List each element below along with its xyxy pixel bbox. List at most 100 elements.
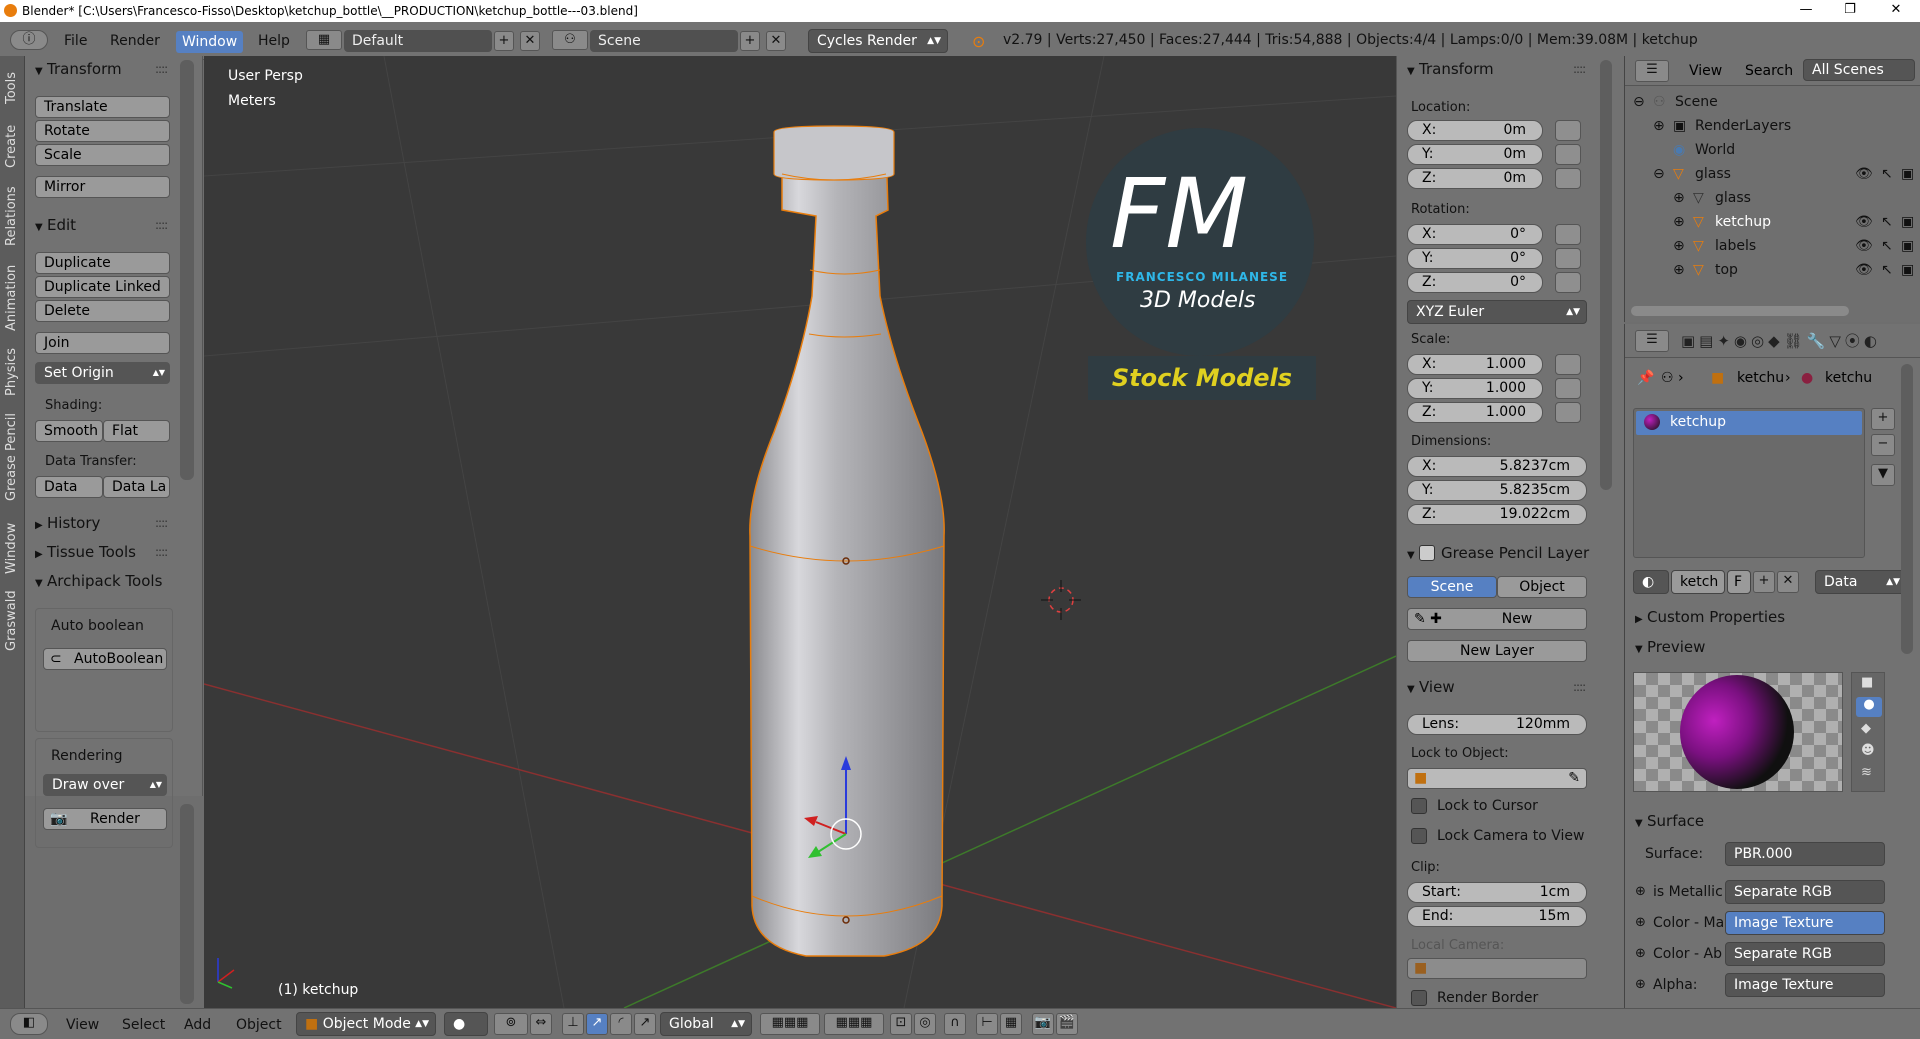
selectable-cursor-icon[interactable]: ↖	[1881, 262, 1893, 278]
lock-scale-x-icon[interactable]	[1555, 354, 1581, 375]
property-editor-icon[interactable]: ☰	[1635, 330, 1669, 352]
lock-scale-y-icon[interactable]	[1555, 378, 1581, 399]
expand-input-icon[interactable]: ⊕	[1635, 977, 1646, 992]
link-data-dropdown[interactable]: Data ▲▼	[1815, 570, 1907, 594]
remove-layout-icon[interactable]: ✕	[520, 31, 540, 51]
scene-icon[interactable]: ⚇	[552, 30, 588, 50]
viewport-shading-dropdown[interactable]: ●	[444, 1012, 488, 1036]
location-z-field[interactable]: Z: 0m	[1407, 168, 1543, 189]
remove-slot-icon[interactable]: −	[1871, 434, 1895, 456]
surface-shader-dropdown[interactable]: PBR.000	[1725, 842, 1885, 866]
lock-scale-z-icon[interactable]	[1555, 402, 1581, 423]
expand-input-icon[interactable]: ⊕	[1635, 946, 1646, 961]
preview-cube-icon[interactable]: ◆	[1861, 721, 1871, 736]
rotate-manipulator-icon[interactable]: ↗	[586, 1013, 608, 1035]
selectable-cursor-icon[interactable]: ↖	[1881, 238, 1893, 254]
layer-lock-icon[interactable]: ⊡	[890, 1013, 912, 1035]
collapse-icon[interactable]: ⊖	[1653, 166, 1665, 182]
mirror-button[interactable]: Mirror	[35, 176, 170, 198]
view-panel-header[interactable]: ▼ View	[1407, 678, 1455, 696]
render-camera-icon[interactable]: ▣	[1901, 262, 1914, 278]
dimension-z-field[interactable]: Z: 19.022cm	[1407, 504, 1587, 525]
drag-handle-icon[interactable]: ::::	[155, 218, 168, 232]
tree-item-labels[interactable]: labels	[1715, 238, 1756, 254]
smooth-button[interactable]: Smooth	[35, 420, 103, 442]
menu-object[interactable]: Object	[236, 1017, 282, 1033]
lock-rotation-z-icon[interactable]	[1555, 272, 1581, 293]
visibility-eye-icon[interactable]: 👁	[1855, 238, 1873, 254]
scene-toggle-button[interactable]: Scene	[1407, 576, 1497, 598]
scene-layers-grid-a[interactable]: ▦▦▦	[760, 1013, 820, 1035]
combined-manipulator-icon[interactable]: ↗	[634, 1013, 656, 1035]
clip-start-field[interactable]: Start: 1cm	[1407, 882, 1587, 903]
ketchup-bottle-mesh[interactable]	[749, 125, 945, 957]
dimension-x-field[interactable]: X: 5.8237cm	[1407, 456, 1587, 477]
snap-element-icon[interactable]: ⊢	[976, 1013, 998, 1035]
history-panel-header[interactable]: ▶ History	[35, 514, 100, 532]
tab-physics[interactable]: Physics	[4, 348, 19, 396]
menu-help[interactable]: Help	[258, 33, 290, 49]
manipulator-toggle-icon[interactable]: ⇔	[530, 1013, 552, 1035]
lock-location-z-icon[interactable]	[1555, 168, 1581, 189]
selectable-cursor-icon[interactable]: ↖	[1881, 214, 1893, 230]
grease-pencil-header[interactable]: ▼ Grease Pencil Layer	[1407, 542, 1589, 562]
lock-location-y-icon[interactable]	[1555, 144, 1581, 165]
local-camera-field[interactable]: ■	[1407, 958, 1587, 979]
tab-grease-pencil[interactable]: Grease Pencil	[4, 413, 19, 501]
screen-layout-icon[interactable]: ▦	[306, 30, 342, 50]
rotation-x-field[interactable]: X: 0°	[1407, 224, 1543, 245]
tab-animation[interactable]: Animation	[4, 265, 19, 331]
expand-icon[interactable]: ⊕	[1673, 238, 1685, 254]
drag-handle-icon[interactable]: ::::	[155, 516, 168, 530]
join-button[interactable]: Join	[35, 332, 170, 354]
visibility-eye-icon[interactable]: 👁	[1855, 214, 1873, 230]
snap-magnet-icon[interactable]: ∩	[944, 1013, 966, 1035]
outliner-hscrollbar[interactable]	[1631, 306, 1849, 316]
screen-layout-field[interactable]: Default	[344, 30, 492, 52]
archipack-panel-header[interactable]: ▼ Archipack Tools	[35, 572, 162, 590]
rotation-mode-dropdown[interactable]: XYZ Euler ▲▼	[1407, 300, 1587, 324]
properties-scrollbar[interactable]	[1600, 60, 1612, 490]
set-origin-dropdown[interactable]: Set Origin ▲▼	[35, 362, 170, 384]
menu-window[interactable]: Window	[176, 31, 244, 53]
tree-item-glass-mesh[interactable]: glass	[1715, 190, 1751, 206]
input-link-color-ma[interactable]: Image Texture	[1725, 911, 1885, 935]
render-engine-dropdown[interactable]: Cycles Render ▲▼	[808, 29, 948, 53]
preview-monkey-icon[interactable]: ☻	[1861, 743, 1875, 758]
property-editor-scrollbar[interactable]	[1901, 364, 1913, 654]
expand-input-icon[interactable]: ⊕	[1635, 915, 1646, 930]
render-border-checkbox[interactable]	[1411, 990, 1427, 1006]
preview-plane-icon[interactable]: ■	[1861, 675, 1873, 690]
scale-x-field[interactable]: X: 1.000	[1407, 354, 1543, 375]
add-slot-icon[interactable]: +	[1871, 408, 1895, 430]
tree-item-scene[interactable]: Scene	[1675, 94, 1718, 110]
tab-create[interactable]: Create	[4, 125, 19, 168]
render-camera-icon[interactable]: ▣	[1901, 166, 1914, 182]
pivot-point-icon[interactable]: ⊚	[494, 1013, 528, 1035]
autoboolean-button[interactable]: ⊂ AutoBoolean	[43, 648, 167, 670]
outliner-view-menu[interactable]: View	[1689, 63, 1722, 79]
maximize-button[interactable]: ❐	[1830, 2, 1870, 17]
tree-item-ketchup[interactable]: ketchup	[1715, 214, 1771, 230]
duplicate-linked-button[interactable]: Duplicate Linked	[35, 276, 170, 298]
draw-over-dropdown[interactable]: Draw over ▲▼	[43, 774, 167, 796]
input-link-alpha[interactable]: Image Texture	[1725, 973, 1885, 997]
expand-icon[interactable]: ⊕	[1673, 190, 1685, 206]
editor-type-info-icon[interactable]: ⓘ	[10, 30, 48, 50]
rotation-z-field[interactable]: Z: 0°	[1407, 272, 1543, 293]
new-layer-button[interactable]: New Layer	[1407, 640, 1587, 662]
add-scene-icon[interactable]: +	[740, 31, 760, 51]
input-link-color-ab[interactable]: Separate RGB	[1725, 942, 1885, 966]
expand-icon[interactable]: ⊕	[1673, 262, 1685, 278]
duplicate-button[interactable]: Duplicate	[35, 252, 170, 274]
tab-tools[interactable]: Tools	[4, 72, 19, 104]
transform-panel-header[interactable]: ▼ Transform	[35, 60, 122, 78]
render-camera-icon[interactable]: ▣	[1901, 238, 1914, 254]
scale-button[interactable]: Scale	[35, 144, 170, 166]
location-y-field[interactable]: Y: 0m	[1407, 144, 1543, 165]
delete-button[interactable]: Delete	[35, 300, 170, 322]
minimize-button[interactable]: —	[1786, 2, 1826, 17]
location-x-field[interactable]: X: 0m	[1407, 120, 1543, 141]
preview-hair-icon[interactable]: ≋	[1861, 765, 1872, 780]
preview-type-buttons[interactable]: ■ ● ◆ ☻ ≋	[1851, 672, 1885, 792]
